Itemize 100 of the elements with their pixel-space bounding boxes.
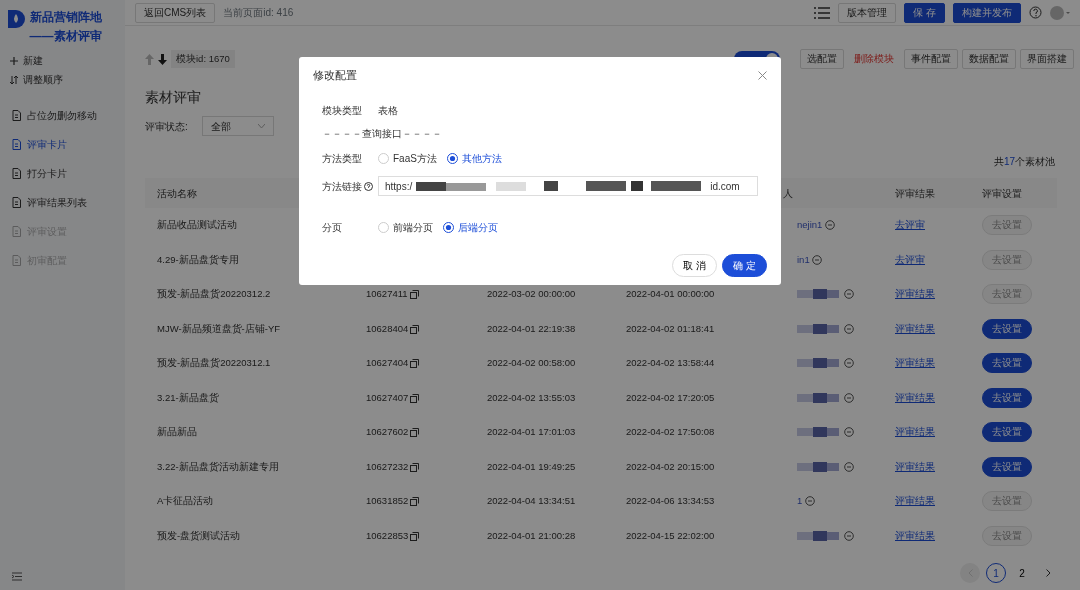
sort-icon — [10, 75, 18, 84]
activity-id: 10628404 — [366, 322, 409, 334]
close-icon[interactable] — [758, 70, 767, 80]
review-link[interactable]: 评审结果 — [895, 460, 935, 472]
redacted-text — [797, 427, 841, 438]
collapse-icon — [12, 572, 22, 581]
date-text: 2022-04-02 17:50:08 — [626, 426, 715, 438]
activity-id: 10627411 — [366, 288, 408, 300]
radio-option[interactable]: 后端分页 — [443, 219, 498, 235]
module-id-text: 模块id: 1670 — [171, 49, 235, 69]
radio-icon — [378, 221, 389, 233]
sidebar-item[interactable]: 占位勿删勿移动 — [0, 101, 125, 130]
sidebar-action[interactable]: 调整顺序 — [23, 72, 63, 87]
toolbar-button[interactable]: 构建并发布 — [953, 2, 1021, 23]
copy-icon[interactable] — [409, 290, 419, 300]
sidebar-item[interactable]: 打分卡片 — [0, 159, 125, 188]
arrow-down-icon[interactable] — [158, 53, 167, 65]
toolbar-button[interactable]: 保 存 — [904, 2, 945, 23]
activity-name: 4.29-新品盘货专用 — [157, 253, 239, 265]
activity-name: 3.22-新品盘货活动新建专用 — [157, 460, 279, 472]
logo-title: ——素材评审 — [29, 28, 102, 45]
activity-name: 新品收品测试活动 — [157, 219, 237, 231]
url-text: https:/ — [385, 179, 413, 194]
document-icon — [12, 139, 21, 150]
person-name: nejin1 — [797, 218, 823, 233]
radio-option[interactable]: 前端分页 — [378, 219, 433, 235]
date-text: 2022-04-01 00:00:00 — [626, 288, 715, 300]
copy-icon[interactable] — [410, 497, 420, 507]
redacted-text — [797, 461, 841, 472]
status-select[interactable]: 全部 — [201, 116, 274, 136]
date-text: 2022-04-01 19:49:25 — [487, 460, 576, 472]
person-name: in1 — [797, 252, 810, 267]
filter-label: 评审状态: — [145, 119, 188, 134]
activity-name: 预发-新品盘货20220312.1 — [157, 357, 271, 369]
radio-option[interactable]: 其他方法 — [446, 150, 502, 166]
date-text: 2022-04-06 13:34:53 — [626, 495, 715, 507]
settings-button[interactable]: 去设置 — [982, 456, 1032, 477]
copy-icon[interactable] — [410, 531, 420, 541]
dialog-button[interactable]: 取 消 — [672, 254, 718, 277]
column-header: 活动名称 — [157, 187, 197, 199]
list-icon[interactable] — [814, 6, 831, 19]
back-button[interactable]: 返回CMS列表 — [135, 2, 216, 23]
sidebar-item[interactable]: 评审结果列表 — [0, 188, 125, 217]
review-link[interactable]: 评审结果 — [895, 529, 935, 541]
review-link[interactable]: 评审结果 — [895, 322, 935, 334]
help-icon[interactable] — [1029, 6, 1042, 19]
url-field[interactable]: https:/ id.com — [378, 176, 758, 196]
copy-icon[interactable] — [410, 324, 420, 334]
date-text: 2022-04-04 13:34:51 — [487, 495, 576, 507]
redacted-text — [797, 289, 841, 300]
module-action-button[interactable]: 选配置 — [800, 49, 844, 69]
date-text: 2022-03-02 00:00:00 — [487, 288, 576, 300]
redacted-text — [797, 392, 841, 403]
settings-button[interactable]: 去设置 — [982, 387, 1032, 408]
review-link[interactable]: 评审结果 — [895, 426, 935, 438]
activity-id: 10627404 — [366, 357, 409, 369]
column-header: 人 — [783, 187, 793, 199]
sidebar-action[interactable]: 新建 — [23, 53, 43, 68]
settings-button[interactable]: 去设置 — [982, 318, 1032, 339]
column-header: 评审结果 — [895, 187, 935, 199]
activity-name: MJW-新品频道盘货-店铺-YF — [157, 322, 281, 334]
review-link[interactable]: 评审结果 — [895, 357, 935, 369]
date-text: 2022-04-15 22:02:00 — [626, 529, 715, 541]
plus-icon — [10, 56, 18, 65]
activity-id: 10627232 — [366, 460, 409, 472]
review-link[interactable]: 评审结果 — [895, 495, 935, 507]
activity-name: 预发-新品盘货20220312.2 — [157, 288, 271, 300]
dialog-button[interactable]: 确 定 — [722, 254, 767, 277]
copy-icon[interactable] — [410, 428, 420, 438]
settings-button[interactable]: 去设置 — [982, 353, 1032, 374]
field-label: 方法类型 — [322, 151, 363, 166]
sidebar-item[interactable]: 评审卡片 — [0, 130, 125, 159]
activity-name: 预发-盘货测试活动 — [157, 529, 241, 541]
redacted-text — [797, 323, 841, 334]
logo-title: 新品营销阵地 — [29, 9, 102, 26]
copy-icon[interactable] — [410, 462, 420, 472]
module-action-button[interactable]: 数据配置 — [962, 49, 1016, 69]
caret-icon — [257, 124, 265, 128]
review-link[interactable]: 评审结果 — [895, 391, 935, 403]
column-header: 评审设置 — [982, 187, 1022, 199]
activity-name: A卡征品活动 — [157, 495, 214, 507]
document-icon — [12, 197, 21, 208]
copy-icon[interactable] — [410, 393, 420, 403]
date-text: 2022-04-02 00:58:00 — [487, 357, 576, 369]
copy-icon[interactable] — [410, 359, 420, 369]
settings-button[interactable]: 去设置 — [982, 422, 1032, 443]
review-link[interactable]: 去评审 — [895, 219, 925, 231]
review-link[interactable]: 评审结果 — [895, 288, 935, 300]
review-link[interactable]: 去评审 — [895, 253, 925, 265]
field-label: 方法链接 — [322, 179, 362, 194]
radio-icon — [446, 152, 458, 164]
module-action-button[interactable]: 界面搭建 — [1020, 49, 1074, 69]
radio-option[interactable]: FaaS方法 — [378, 150, 437, 166]
module-action-button[interactable]: 事件配置 — [904, 49, 958, 69]
chevron-right-icon — [1045, 569, 1051, 577]
page-button[interactable]: 2 — [1012, 563, 1032, 583]
total-count-text: 共17个素材池 — [993, 156, 1055, 167]
field-label: 模块类型 — [322, 103, 363, 118]
document-icon — [12, 168, 21, 179]
toolbar-button[interactable]: 版本管理 — [838, 2, 897, 23]
